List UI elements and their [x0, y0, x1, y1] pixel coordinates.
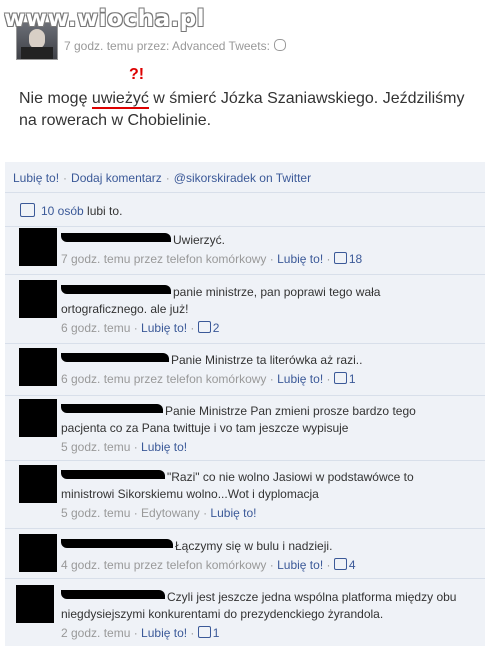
redacted-name — [61, 590, 165, 599]
commenter-avatar[interactable] — [19, 534, 57, 572]
redacted-name — [61, 353, 169, 362]
comment-meta: 2 godz. temu · Lubię to! · 1 — [61, 626, 220, 640]
comment-like-link[interactable]: Lubię to! — [141, 626, 187, 640]
comment-time: 5 godz. temu — [61, 506, 131, 520]
divider — [5, 578, 485, 579]
post-meta-text: 7 godz. temu przez: Advanced Tweets: — [64, 39, 270, 53]
comment-time: 5 godz. temu — [61, 440, 131, 454]
commenter-avatar[interactable] — [19, 399, 57, 437]
comment-text: Łączymy się w bulu i nadzieji. — [175, 539, 333, 553]
like-count[interactable]: 1 — [213, 626, 220, 640]
redacted-name — [61, 285, 171, 294]
watermark-logo: www.wiocha.pl — [4, 6, 206, 32]
comment-meta: 6 godz. temu przez telefon komórkowy · L… — [61, 372, 356, 386]
post-text: Nie mogę uwieżyć w śmierć Józka Szaniaws… — [19, 88, 479, 132]
comment: panie ministrze, pan poprawi tego wała o… — [61, 284, 461, 337]
comment: Łączymy się w bulu i nadzieji. 4 godz. t… — [61, 538, 461, 574]
redacted-name — [61, 404, 163, 413]
thumbs-up-icon — [197, 321, 211, 333]
comment-text: Uwierzyć. — [173, 233, 226, 247]
commenter-avatar[interactable] — [19, 280, 57, 318]
redacted-name — [61, 233, 171, 242]
thumbs-up-icon — [197, 626, 211, 638]
twitter-link[interactable]: @sikorskiradek on Twitter — [174, 171, 311, 185]
comment-meta: 6 godz. temu · Lubię to! · 2 — [61, 321, 220, 335]
likers-link[interactable]: 10 osób — [41, 204, 84, 218]
comment: Czyli jest jeszcze jedna wspólna platfor… — [61, 589, 461, 642]
comment-like-link[interactable]: Lubię to! — [277, 558, 323, 572]
likes-summary: 10 osób lubi to. — [20, 203, 122, 218]
divider — [5, 528, 485, 529]
comment: "Razi" co nie wolno Jasiowi w podstawówc… — [61, 469, 461, 522]
comment-time: 7 godz. temu przez telefon komórkowy — [61, 252, 267, 266]
divider — [5, 460, 485, 461]
comment-like-link[interactable]: Lubię to! — [141, 440, 187, 454]
redacted-name — [61, 539, 173, 548]
thumbs-up-icon — [20, 203, 35, 217]
commenter-avatar[interactable] — [19, 465, 57, 503]
edited-label[interactable]: Edytowany — [141, 506, 200, 520]
divider — [5, 226, 485, 227]
like-count[interactable]: 4 — [349, 558, 356, 572]
comment-meta: 5 godz. temu · Lubię to! — [61, 440, 188, 454]
divider — [5, 274, 485, 275]
divider — [5, 343, 485, 344]
comment-time: 6 godz. temu przez telefon komórkowy — [61, 372, 267, 386]
comment-text: Panie Ministrze ta literówka aż razi.. — [171, 353, 363, 367]
like-count[interactable]: 2 — [213, 321, 220, 335]
likes-text: lubi to. — [87, 204, 123, 218]
comment-time: 2 godz. temu — [61, 626, 131, 640]
comment-meta: 5 godz. temu · Edytowany · Lubię to! — [61, 506, 257, 520]
commenter-avatar[interactable] — [19, 228, 57, 266]
thumbs-up-icon — [333, 558, 347, 570]
commenter-avatar[interactable] — [19, 348, 57, 386]
divider — [5, 395, 485, 396]
divider — [5, 192, 485, 193]
comment-time: 6 godz. temu — [61, 321, 131, 335]
add-comment-link[interactable]: Dodaj komentarz — [71, 171, 162, 185]
like-count[interactable]: 1 — [349, 372, 356, 386]
comment-like-link[interactable]: Lubię to! — [277, 372, 323, 386]
redacted-name — [61, 470, 165, 479]
like-count[interactable]: 18 — [349, 252, 362, 266]
comment: Uwierzyć. 7 godz. temu przez telefon kom… — [61, 232, 461, 268]
comment-meta: 7 godz. temu przez telefon komórkowy · L… — [61, 252, 363, 266]
like-link[interactable]: Lubię to! — [13, 171, 59, 185]
thumbs-up-icon — [333, 372, 347, 384]
comment-meta: 4 godz. temu przez telefon komórkowy · L… — [61, 558, 356, 572]
commenter-avatar[interactable] — [16, 585, 54, 623]
comment: Panie Ministrze Pan zmieni prosze bardzo… — [61, 403, 461, 456]
comment-like-link[interactable]: Lubię to! — [277, 252, 323, 266]
comment-time: 4 godz. temu przez telefon komórkowy — [61, 558, 267, 572]
post-actions: Lubię to! · Dodaj komentarz · @sikorskiradek… — [13, 171, 312, 185]
red-annotation: ?! — [129, 66, 145, 83]
comment: Panie Ministrze ta literówka aż razi.. 6… — [61, 352, 461, 388]
comment-like-link[interactable]: Lubię to! — [210, 506, 256, 520]
post-timestamp: 7 godz. temu przez: Advanced Tweets: — [64, 39, 286, 53]
misspelled-word: uwieżyć — [91, 90, 149, 107]
post-text-start: Nie mogę — [19, 90, 92, 107]
globe-icon — [273, 39, 286, 51]
comment-like-link[interactable]: Lubię to! — [141, 321, 187, 335]
thumbs-up-icon — [333, 252, 347, 264]
